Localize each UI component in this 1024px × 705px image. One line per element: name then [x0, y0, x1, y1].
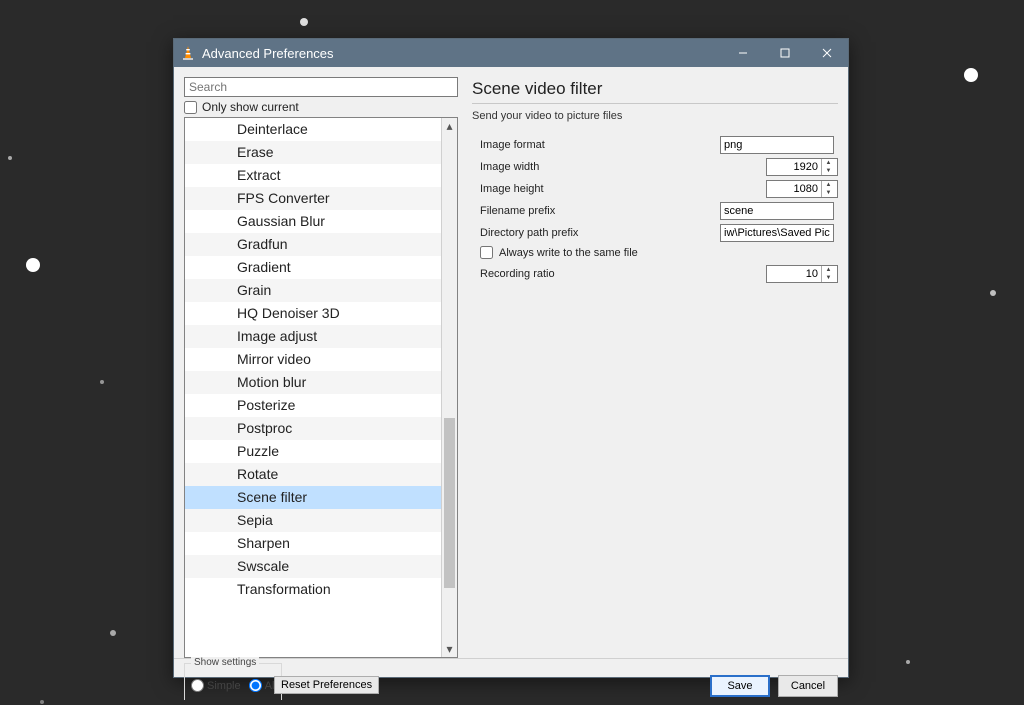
image-width-stepper[interactable]: ▲▼	[766, 158, 838, 176]
image-format-label: Image format	[472, 139, 720, 151]
preferences-window: Advanced Preferences Only show current D…	[173, 38, 849, 678]
simple-radio[interactable]: Simple	[191, 679, 241, 692]
tree-item[interactable]: Extract	[185, 164, 441, 187]
image-height-stepper[interactable]: ▲▼	[766, 180, 838, 198]
filename-prefix-label: Filename prefix	[472, 205, 720, 217]
reset-preferences-button[interactable]: Reset Preferences	[274, 676, 379, 694]
minimize-button[interactable]	[722, 39, 764, 67]
spin-up-icon[interactable]: ▲	[822, 266, 835, 274]
spin-down-icon[interactable]: ▼	[822, 167, 835, 175]
recording-ratio-stepper[interactable]: ▲▼	[766, 265, 838, 283]
recording-ratio-input[interactable]	[767, 268, 821, 280]
tree-item[interactable]: Sharpen	[185, 532, 441, 555]
panel-subtitle: Send your video to picture files	[472, 110, 838, 122]
image-width-label: Image width	[472, 161, 720, 173]
always-write-box[interactable]	[480, 246, 493, 259]
panel-title: Scene video filter	[472, 79, 838, 103]
tree-item[interactable]: Sepia	[185, 509, 441, 532]
tree-scrollbar[interactable]: ▴ ▾	[441, 118, 457, 657]
tree-item[interactable]: Rotate	[185, 463, 441, 486]
only-show-current-label: Only show current	[202, 100, 299, 114]
only-show-current-box[interactable]	[184, 101, 197, 114]
tree-item[interactable]: Gradient	[185, 256, 441, 279]
only-show-current-checkbox[interactable]: Only show current	[184, 100, 458, 114]
tree-item[interactable]: Puzzle	[185, 440, 441, 463]
always-write-checkbox[interactable]: Always write to the same file	[472, 246, 838, 259]
window-title: Advanced Preferences	[202, 46, 722, 61]
cancel-button[interactable]: Cancel	[778, 675, 838, 697]
tree-item[interactable]: Mirror video	[185, 348, 441, 371]
image-height-input[interactable]	[767, 183, 821, 195]
tree-item[interactable]: Deinterlace	[185, 118, 441, 141]
titlebar[interactable]: Advanced Preferences	[174, 39, 848, 67]
directory-prefix-input[interactable]	[720, 224, 834, 242]
tree-item[interactable]: Posterize	[185, 394, 441, 417]
save-button[interactable]: Save	[710, 675, 770, 697]
show-settings-legend: Show settings	[191, 657, 259, 668]
tree-item[interactable]: HQ Denoiser 3D	[185, 302, 441, 325]
tree-item[interactable]: Grain	[185, 279, 441, 302]
tree-item[interactable]: Gradfun	[185, 233, 441, 256]
always-write-label: Always write to the same file	[499, 247, 638, 259]
scroll-thumb[interactable]	[444, 418, 455, 588]
tree-item[interactable]: FPS Converter	[185, 187, 441, 210]
all-radio[interactable]: All	[249, 679, 277, 692]
vlc-cone-icon	[180, 45, 196, 61]
maximize-button[interactable]	[764, 39, 806, 67]
dialog-footer: Show settings Simple All Reset Preferenc…	[174, 658, 848, 677]
tree-item[interactable]: Image adjust	[185, 325, 441, 348]
spin-up-icon[interactable]: ▲	[822, 181, 835, 189]
search-input[interactable]	[184, 77, 458, 97]
tree-item[interactable]: Scene filter	[185, 486, 441, 509]
spin-down-icon[interactable]: ▼	[822, 274, 835, 282]
scroll-down-icon[interactable]: ▾	[442, 641, 457, 657]
directory-prefix-label: Directory path prefix	[472, 227, 720, 239]
recording-ratio-label: Recording ratio	[472, 268, 720, 280]
image-width-input[interactable]	[767, 161, 821, 173]
filename-prefix-input[interactable]	[720, 202, 834, 220]
tree-item[interactable]: Erase	[185, 141, 441, 164]
image-format-input[interactable]	[720, 136, 834, 154]
panel-separator	[472, 103, 838, 104]
tree-item[interactable]: Transformation	[185, 578, 441, 601]
tree-item[interactable]: Swscale	[185, 555, 441, 578]
show-settings-group: Show settings Simple All	[184, 663, 282, 700]
close-button[interactable]	[806, 39, 848, 67]
preferences-tree[interactable]: DeinterlaceEraseExtractFPS ConverterGaus…	[184, 117, 458, 658]
image-height-label: Image height	[472, 183, 720, 195]
tree-item[interactable]: Postproc	[185, 417, 441, 440]
tree-item[interactable]: Gaussian Blur	[185, 210, 441, 233]
spin-up-icon[interactable]: ▲	[822, 159, 835, 167]
scroll-up-icon[interactable]: ▴	[442, 118, 457, 134]
spin-down-icon[interactable]: ▼	[822, 189, 835, 197]
tree-item[interactable]: Motion blur	[185, 371, 441, 394]
settings-panel: Scene video filter Send your video to pi…	[472, 77, 838, 658]
